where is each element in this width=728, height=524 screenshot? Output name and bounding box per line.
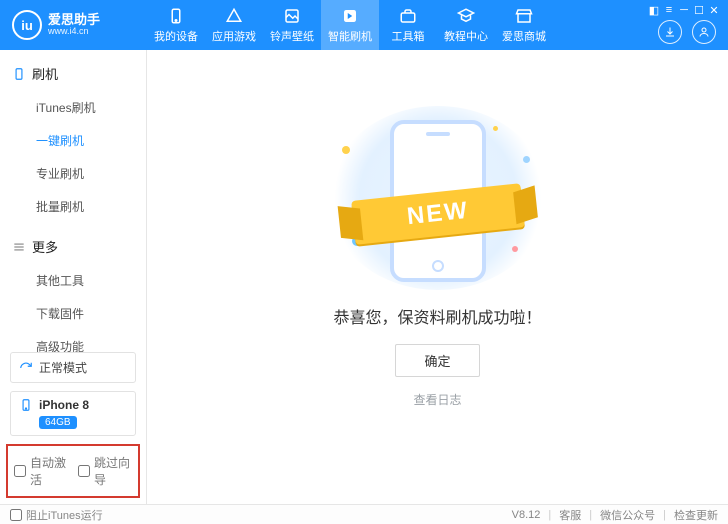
- store-icon: [515, 7, 533, 25]
- topnav-store[interactable]: 爱思商城: [495, 0, 553, 50]
- wechat-link[interactable]: 微信公众号: [600, 507, 655, 523]
- device-box[interactable]: iPhone 8 64GB: [10, 391, 136, 436]
- refresh-icon: [19, 361, 33, 375]
- checkbox-auto-activate[interactable]: 自动激活: [14, 454, 68, 488]
- group-header-more[interactable]: 更多: [0, 231, 146, 262]
- storage-badge: 64GB: [39, 416, 77, 429]
- download-icon: [664, 26, 676, 38]
- download-button[interactable]: [658, 20, 682, 44]
- top-nav: 我的设备 应用游戏 铃声壁纸 智能刷机 工具箱 教程中心 爱思商城: [147, 0, 648, 50]
- logo-icon: iu: [12, 10, 42, 40]
- topnav-ringtones[interactable]: 铃声壁纸: [263, 0, 321, 50]
- topnav-tutorials[interactable]: 教程中心: [437, 0, 495, 50]
- minimize-icon[interactable]: ─: [678, 4, 690, 16]
- skin-icon[interactable]: ◧: [648, 4, 660, 16]
- ok-button[interactable]: 确定: [395, 344, 479, 377]
- phone-icon: [167, 7, 185, 25]
- version-label: V8.12: [512, 509, 541, 521]
- sidebar-item-batch-flash[interactable]: 批量刷机: [0, 190, 146, 223]
- topnav-apps[interactable]: 应用游戏: [205, 0, 263, 50]
- group-header-flash[interactable]: 刷机: [0, 58, 146, 89]
- checkbox-block-itunes[interactable]: 阻止iTunes运行: [10, 507, 103, 523]
- logo-area: iu 爱思助手 www.i4.cn: [0, 0, 147, 50]
- sidebar-item-itunes-flash[interactable]: iTunes刷机: [0, 91, 146, 124]
- apps-icon: [225, 7, 243, 25]
- sidebar-item-advanced[interactable]: 高级功能: [0, 330, 146, 352]
- topnav-my-device[interactable]: 我的设备: [147, 0, 205, 50]
- support-link[interactable]: 客服: [559, 507, 581, 523]
- success-illustration: NEW: [328, 106, 548, 290]
- success-message: 恭喜您，保资料刷机成功啦！: [147, 304, 728, 328]
- view-log-link[interactable]: 查看日志: [413, 391, 461, 408]
- wallpaper-icon: [283, 7, 301, 25]
- sidebar-item-download-firmware[interactable]: 下载固件: [0, 297, 146, 330]
- phone-small-icon: [19, 398, 33, 412]
- brand-site: www.i4.cn: [48, 27, 100, 37]
- sidebar-item-other-tools[interactable]: 其他工具: [0, 264, 146, 297]
- sidebar-item-pro-flash[interactable]: 专业刷机: [0, 157, 146, 190]
- main-content: NEW 恭喜您，保资料刷机成功啦！ 确定 查看日志: [147, 50, 728, 504]
- flash-icon: [341, 7, 359, 25]
- topnav-toolbox[interactable]: 工具箱: [379, 0, 437, 50]
- check-update-link[interactable]: 检查更新: [674, 507, 718, 523]
- titlebar: iu 爱思助手 www.i4.cn 我的设备 应用游戏 铃声壁纸 智能刷机 工具…: [0, 0, 728, 50]
- device-icon: [12, 67, 26, 81]
- user-icon: [698, 26, 710, 38]
- maximize-icon[interactable]: ☐: [693, 4, 705, 16]
- topnav-flash[interactable]: 智能刷机: [321, 0, 379, 50]
- brand-name: 爱思助手: [48, 13, 100, 27]
- sidebar-item-onekey-flash[interactable]: 一键刷机: [0, 124, 146, 157]
- menu-icon[interactable]: ≡: [663, 4, 675, 16]
- toolbox-icon: [399, 7, 417, 25]
- sidebar: 刷机 iTunes刷机 一键刷机 专业刷机 批量刷机 更多 其他工具 下载固件 …: [0, 50, 147, 504]
- tutorials-icon: [457, 7, 475, 25]
- profile-button[interactable]: [692, 20, 716, 44]
- checkbox-skip-setup[interactable]: 跳过向导: [78, 454, 132, 488]
- statusbar: 阻止iTunes运行 V8.12 | 客服 | 微信公众号 | 检查更新: [0, 504, 728, 524]
- close-icon[interactable]: ✕: [708, 4, 720, 16]
- mode-box[interactable]: 正常模式: [10, 352, 136, 383]
- highlighted-options: 自动激活 跳过向导: [6, 444, 140, 498]
- more-icon: [12, 240, 26, 254]
